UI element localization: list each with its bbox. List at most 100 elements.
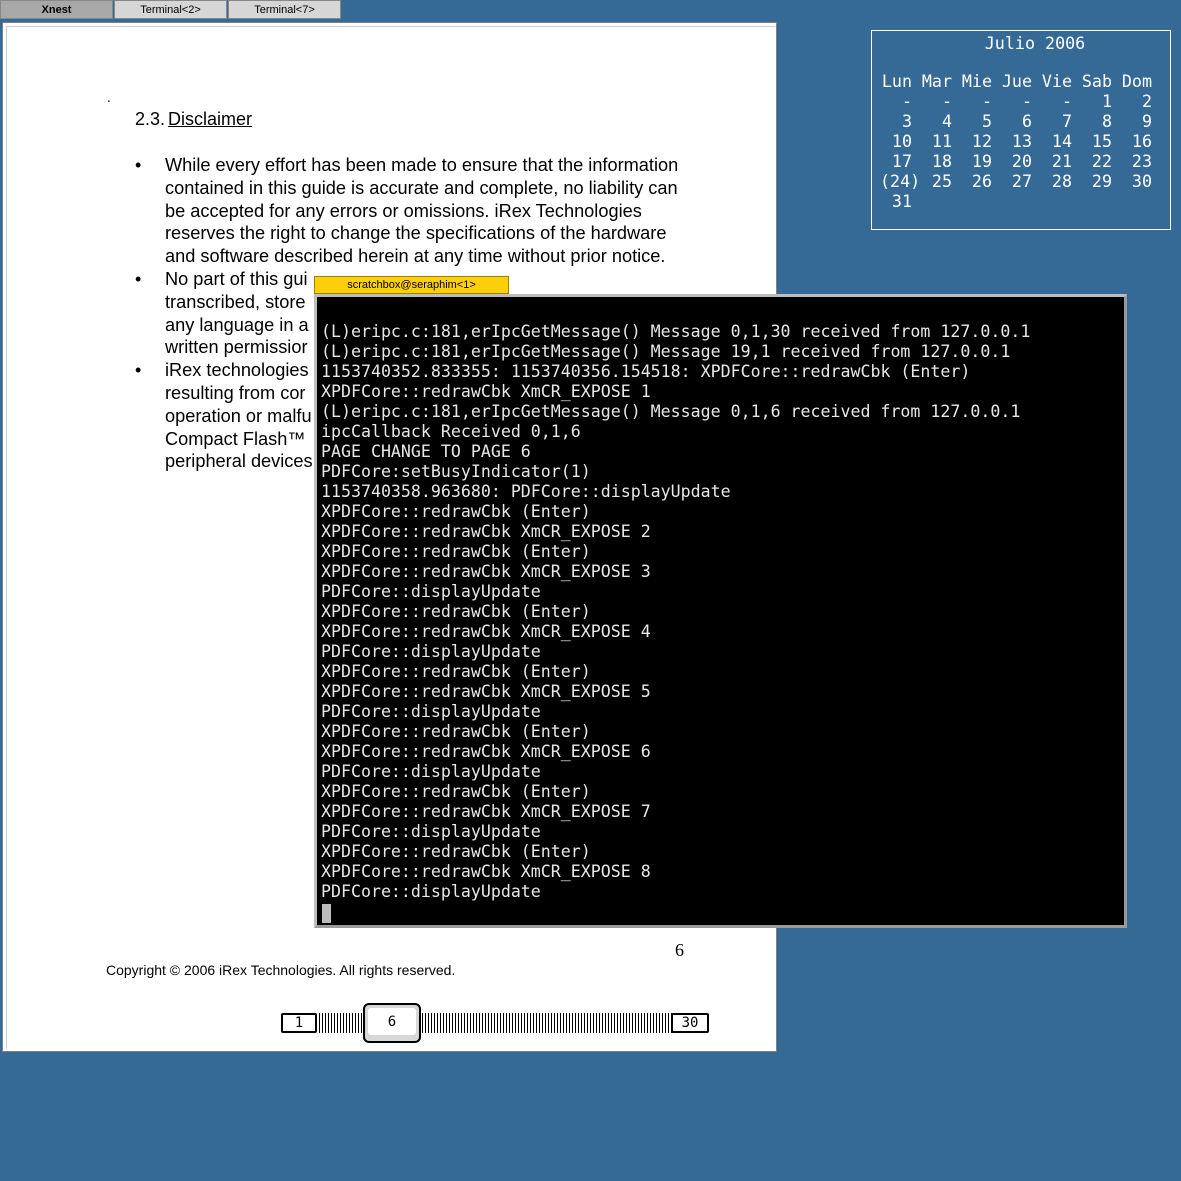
terminal-cursor	[322, 904, 331, 923]
calendar-day: 12	[971, 131, 992, 151]
terminal-line: XPDFCore::redrawCbk XmCR_EXPOSE 3	[321, 562, 651, 581]
calendar-week: - - - - - 1 2	[880, 91, 1152, 111]
calendar-day: 13	[1011, 131, 1032, 151]
terminal-window[interactable]: (L)eripc.c:181,erIpcGetMessage() Message…	[314, 294, 1127, 928]
pager-current-page[interactable]: 6	[363, 1003, 421, 1043]
terminal-line: PDFCore::displayUpdate	[321, 762, 541, 781]
calendar-day: 1	[1101, 91, 1112, 111]
pager-track-after[interactable]	[422, 1013, 672, 1033]
terminal-line: XPDFCore::redrawCbk (Enter)	[321, 782, 591, 801]
calendar-day: 28	[1051, 171, 1072, 191]
list-item-text: iRex technologies resulting from cor opera…	[165, 360, 313, 472]
terminal-line: XPDFCore::redrawCbk XmCR_EXPOSE 7	[321, 802, 651, 821]
calendar-day: 25	[931, 171, 952, 191]
terminal-output: (L)eripc.c:181,erIpcGetMessage() Message…	[321, 322, 1030, 902]
terminal-line: PAGE CHANGE TO PAGE 6	[321, 442, 531, 461]
calendar-day: -	[941, 91, 952, 111]
terminal-line: (L)eripc.c:181,erIpcGetMessage() Message…	[321, 342, 1011, 361]
calendar-day: 19	[971, 151, 992, 171]
calendar-day: 11	[931, 131, 952, 151]
calendar-week: 3 4 5 6 7 8 9	[880, 111, 1152, 131]
pager-current-label: 6	[368, 1008, 416, 1035]
calendar-day: 6	[1021, 111, 1032, 131]
terminal-line: XPDFCore::redrawCbk (Enter)	[321, 602, 591, 621]
terminal-line: XPDFCore::redrawCbk (Enter)	[321, 542, 591, 561]
calendar-week: 17 18 19 20 21 22 23	[880, 151, 1152, 171]
terminal-line: XPDFCore::redrawCbk XmCR_EXPOSE 6	[321, 742, 651, 761]
calendar-day: 5	[981, 111, 992, 131]
weekday-label: Mar	[921, 71, 952, 91]
pager-last-page[interactable]: 30	[671, 1013, 709, 1033]
weekday-label: Sab	[1081, 71, 1112, 91]
tab-terminal-2[interactable]: Terminal<2>	[114, 0, 227, 19]
calendar-day: 9	[1141, 111, 1152, 131]
section-title: Disclaimer	[168, 109, 253, 129]
page-mark: .	[107, 91, 111, 105]
calendar-day: 18	[931, 151, 952, 171]
calendar-day: 15	[1091, 131, 1112, 151]
calendar-day: -	[1021, 91, 1032, 111]
calendar-day: 4	[941, 111, 952, 131]
calendar-day: 30	[1131, 171, 1152, 191]
terminal-line: XPDFCore::redrawCbk (Enter)	[321, 842, 591, 861]
terminal-line: ipcCallback Received 0,1,6	[321, 422, 581, 441]
calendar-day: -	[1061, 91, 1072, 111]
weekday-label: Mie	[961, 71, 992, 91]
weekday-label: Lun	[881, 71, 912, 91]
terminal-title-tab[interactable]: scratchbox@seraphim<1>	[314, 276, 509, 294]
terminal-line: XPDFCore::redrawCbk XmCR_EXPOSE 1	[321, 382, 651, 401]
list-item-text: While every effort has been made to ensu…	[165, 155, 679, 267]
terminal-line: PDFCore::displayUpdate	[321, 702, 541, 721]
calendar-day: 2	[1141, 91, 1152, 111]
list-item-text: No part of this gui transcribed, store any…	[165, 268, 309, 358]
calendar-day: 31	[891, 191, 912, 211]
terminal-line: XPDFCore::redrawCbk XmCR_EXPOSE 4	[321, 622, 651, 641]
terminal-line: XPDFCore::redrawCbk (Enter)	[321, 502, 591, 521]
terminal-line: XPDFCore::redrawCbk XmCR_EXPOSE 8	[321, 862, 651, 881]
calendar-day: 16	[1131, 131, 1152, 151]
weekday-label: Jue	[1001, 71, 1032, 91]
terminal-line: XPDFCore::redrawCbk XmCR_EXPOSE 2	[321, 522, 651, 541]
calendar-day: (24)	[880, 171, 921, 191]
terminal-line: XPDFCore::redrawCbk XmCR_EXPOSE 5	[321, 682, 651, 701]
taskbar: Xnest Terminal<2> Terminal<7>	[0, 0, 345, 20]
calendar-title: Julio 2006	[984, 33, 1086, 53]
calendar-grid: Lun Mar Mie Jue Vie Sab Dom - - - - -1 2 3 4 5 6 7 8 9 10 11 1…	[880, 71, 1152, 211]
calendar-weekdays: Lun Mar Mie Jue Vie Sab Dom	[880, 71, 1152, 91]
calendar-week: (24) 25 26 27 28 29 30	[880, 171, 1152, 191]
calendar-week: 10 11 12 13 14 15 16	[880, 131, 1152, 151]
weekday-label: Vie	[1041, 71, 1072, 91]
pager-track-before[interactable]	[319, 1013, 363, 1033]
section-heading: 2.3. Disclaimer	[135, 109, 252, 130]
terminal-line: 1153740358.963680: PDFCore::displayUpdat…	[321, 482, 731, 501]
tab-xnest[interactable]: Xnest	[0, 0, 113, 19]
calendar-day: 20	[1011, 151, 1032, 171]
weekday-label: Dom	[1121, 71, 1152, 91]
calendar-day: 7	[1061, 111, 1072, 131]
tab-terminal-7[interactable]: Terminal<7>	[228, 0, 341, 19]
calendar-day: 10	[891, 131, 912, 151]
calendar-day: 22	[1091, 151, 1112, 171]
list-item: While every effort has been made to ensu…	[135, 154, 695, 268]
calendar-day: 3	[901, 111, 912, 131]
terminal-line: PDFCore:setBusyIndicator(1)	[321, 462, 591, 481]
pager-first-page[interactable]: 1	[281, 1013, 317, 1033]
calendar-day: 23	[1131, 151, 1152, 171]
calendar-day: 14	[1051, 131, 1072, 151]
terminal-line: PDFCore::displayUpdate	[321, 582, 541, 601]
calendar-day: 29	[1091, 171, 1112, 191]
calendar-day: 17	[891, 151, 912, 171]
terminal-line: (L)eripc.c:181,erIpcGetMessage() Message…	[321, 402, 1021, 421]
terminal-line: XPDFCore::redrawCbk (Enter)	[321, 662, 591, 681]
terminal-line: PDFCore::displayUpdate	[321, 642, 541, 661]
page-number: 6	[675, 940, 684, 960]
section-number: 2.3.	[135, 109, 166, 129]
calendar-day: -	[901, 91, 912, 111]
calendar-day: 26	[971, 171, 992, 191]
copyright-text: Copyright © 2006 iRex Technologies. All …	[106, 962, 456, 978]
calendar-day: -	[981, 91, 992, 111]
calendar-week: 31	[880, 191, 1152, 211]
calendar-day: 8	[1101, 111, 1112, 131]
terminal-line: 1153740352.833355: 1153740356.154518: XP…	[321, 362, 971, 381]
calendar-widget: Julio 2006 Lun Mar Mie Jue Vie Sab Dom - - - - -1 2 3…	[871, 30, 1171, 230]
